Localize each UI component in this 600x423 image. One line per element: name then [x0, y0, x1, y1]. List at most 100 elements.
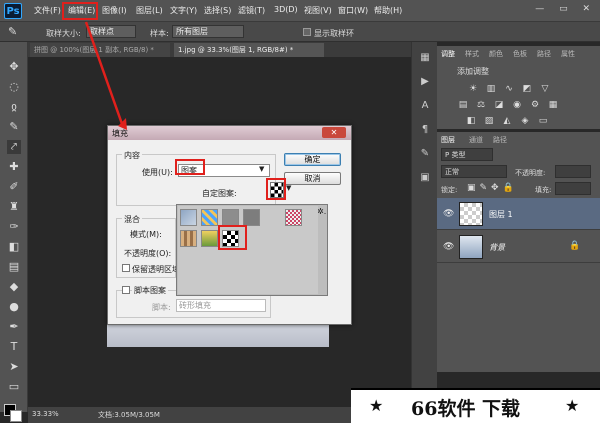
- menu-select[interactable]: 选择(S): [204, 5, 231, 16]
- layer-row-1[interactable]: 👁 图层 1: [437, 198, 600, 230]
- photo-filter-icon[interactable]: ◉: [511, 100, 523, 110]
- pen-tool-icon[interactable]: ✒: [7, 320, 21, 334]
- clone-panel-icon[interactable]: ▣: [419, 172, 431, 184]
- mixer-icon[interactable]: ⚙: [529, 100, 541, 110]
- close-icon[interactable]: ✕: [322, 127, 346, 138]
- pattern-tile[interactable]: [222, 209, 239, 226]
- dropdown-arrow-icon[interactable]: ▼: [286, 184, 291, 192]
- pattern-tile[interactable]: [180, 209, 197, 226]
- stamp-tool-icon[interactable]: ♜: [7, 200, 21, 214]
- script-checkbox[interactable]: [122, 286, 130, 294]
- blend-mode-select[interactable]: 正常: [441, 165, 507, 178]
- script-pattern-label: 脚本图案: [132, 285, 168, 296]
- tab-layer-paths[interactable]: 路径: [493, 135, 507, 145]
- cancel-button[interactable]: 取消: [284, 172, 341, 185]
- script-select[interactable]: 砖形填充: [176, 299, 266, 312]
- pattern-tile[interactable]: [180, 230, 197, 247]
- shape-tool-icon[interactable]: ▭: [7, 380, 21, 394]
- sample-select[interactable]: 所有图层: [172, 25, 244, 38]
- menu-3d[interactable]: 3D(D): [274, 5, 298, 14]
- eye-icon[interactable]: 👁: [443, 242, 454, 252]
- levels-icon[interactable]: ▥: [485, 84, 497, 94]
- show-ring-checkbox[interactable]: [303, 28, 311, 36]
- brush-panel-icon[interactable]: ✎: [419, 148, 431, 160]
- actions-panel-icon[interactable]: ▶: [419, 76, 431, 88]
- gear-icon[interactable]: ✲.: [317, 207, 326, 216]
- layer-row-background[interactable]: 👁 背景 🔒: [437, 231, 600, 263]
- menu-type[interactable]: 文字(Y): [170, 5, 197, 16]
- blur-tool-icon[interactable]: ◆: [7, 280, 21, 294]
- pattern-swatch-highlight: [266, 178, 286, 200]
- dialog-titlebar[interactable]: 填充 ✕: [108, 126, 351, 140]
- menu-window[interactable]: 窗口(W): [338, 5, 368, 16]
- lock-icons[interactable]: ▣✎✥🔒: [467, 183, 518, 193]
- tab-color[interactable]: 颜色: [489, 49, 503, 59]
- menu-filter[interactable]: 滤镜(T): [238, 5, 265, 16]
- gradient-tool-icon[interactable]: ▤: [7, 260, 21, 274]
- eyedropper-tool-icon[interactable]: ⤤: [7, 140, 21, 154]
- healing-tool-icon[interactable]: ✚: [7, 160, 21, 174]
- tab-puzzle[interactable]: 拼图 @ 100%(图层 1 副本, RGB/8) *: [30, 43, 170, 57]
- vibrance-icon[interactable]: ▽: [539, 84, 551, 94]
- menu-view[interactable]: 视图(V): [304, 5, 332, 16]
- eye-icon[interactable]: 👁: [443, 209, 454, 219]
- path-select-icon[interactable]: ➤: [7, 360, 21, 374]
- layer-name[interactable]: 背景: [489, 242, 505, 253]
- lookup-icon[interactable]: ▦: [547, 100, 559, 110]
- curves-icon[interactable]: ∿: [503, 84, 515, 94]
- layer-name[interactable]: 图层 1: [489, 209, 513, 220]
- type-tool-icon[interactable]: T: [7, 340, 21, 354]
- history-panel-icon[interactable]: ▦: [419, 52, 431, 64]
- document-tabs: 拼图 @ 100%(图层 1 副本, RGB/8) * 1.jpg @ 33.3…: [28, 42, 411, 57]
- menu-file[interactable]: 文件(F): [34, 5, 61, 16]
- tab-adjust[interactable]: 调整: [441, 49, 455, 59]
- fill-field[interactable]: [555, 182, 591, 195]
- tab-1jpg[interactable]: 1.jpg @ 33.3%(图层 1, RGB/8#) *: [174, 43, 324, 57]
- zoom-level[interactable]: 33.33%: [32, 410, 59, 418]
- tab-styles[interactable]: 样式: [465, 49, 479, 59]
- history-brush-icon[interactable]: ✑: [7, 220, 21, 234]
- tab-layers[interactable]: 图层: [441, 135, 455, 145]
- move-tool-icon[interactable]: ✥: [7, 60, 21, 74]
- brightness-icon[interactable]: ☀: [467, 84, 479, 94]
- eyedropper-icon[interactable]: ✎: [8, 25, 17, 38]
- tab-properties[interactable]: 属性: [561, 49, 575, 59]
- pattern-tile[interactable]: [201, 209, 218, 226]
- threshold-icon[interactable]: ◭: [501, 116, 513, 126]
- sample-label: 样本:: [150, 29, 169, 38]
- dropdown-arrow-icon[interactable]: ▼: [259, 165, 264, 173]
- selective-color-icon[interactable]: ◈: [519, 116, 531, 126]
- gradient-map-icon[interactable]: ▭: [537, 116, 549, 126]
- menu-image[interactable]: 图像(I): [102, 5, 127, 16]
- layer-filter-select[interactable]: P 类型: [441, 148, 493, 161]
- dodge-tool-icon[interactable]: ●: [7, 300, 21, 314]
- exposure-icon[interactable]: ◩: [521, 84, 533, 94]
- brush-tool-icon[interactable]: ✐: [7, 180, 21, 194]
- hue-icon[interactable]: ▤: [457, 100, 469, 110]
- posterize-icon[interactable]: ▨: [483, 116, 495, 126]
- quick-select-tool-icon[interactable]: ✎: [7, 120, 21, 134]
- menu-layer[interactable]: 图层(L): [136, 5, 163, 16]
- marquee-tool-icon[interactable]: ◌: [7, 80, 21, 94]
- character-panel-icon[interactable]: A: [419, 100, 431, 112]
- balance-icon[interactable]: ⚖: [475, 100, 487, 110]
- pattern-tile[interactable]: [285, 209, 302, 226]
- ok-button[interactable]: 确定: [284, 153, 341, 166]
- sample-size-select[interactable]: 取样点: [86, 25, 136, 38]
- eraser-tool-icon[interactable]: ◧: [7, 240, 21, 254]
- pattern-tile[interactable]: [243, 209, 260, 226]
- lasso-tool-icon[interactable]: ჲ: [7, 100, 21, 114]
- window-controls[interactable]: — ▭ ✕: [535, 4, 596, 14]
- lock-label: 锁定:: [441, 186, 458, 194]
- menu-help[interactable]: 帮助(H): [374, 5, 402, 16]
- invert-icon[interactable]: ◧: [465, 116, 477, 126]
- pattern-tile[interactable]: [201, 230, 218, 247]
- opacity-field[interactable]: [555, 165, 591, 178]
- tab-swatches[interactable]: 色板: [513, 49, 527, 59]
- preserve-transparency-checkbox[interactable]: [122, 264, 130, 272]
- bw-icon[interactable]: ◪: [493, 100, 505, 110]
- paragraph-panel-icon[interactable]: ¶: [419, 124, 431, 136]
- tab-channels[interactable]: 通道: [469, 135, 483, 145]
- background-color-swatch[interactable]: [10, 410, 22, 422]
- tab-paths[interactable]: 路径: [537, 49, 551, 59]
